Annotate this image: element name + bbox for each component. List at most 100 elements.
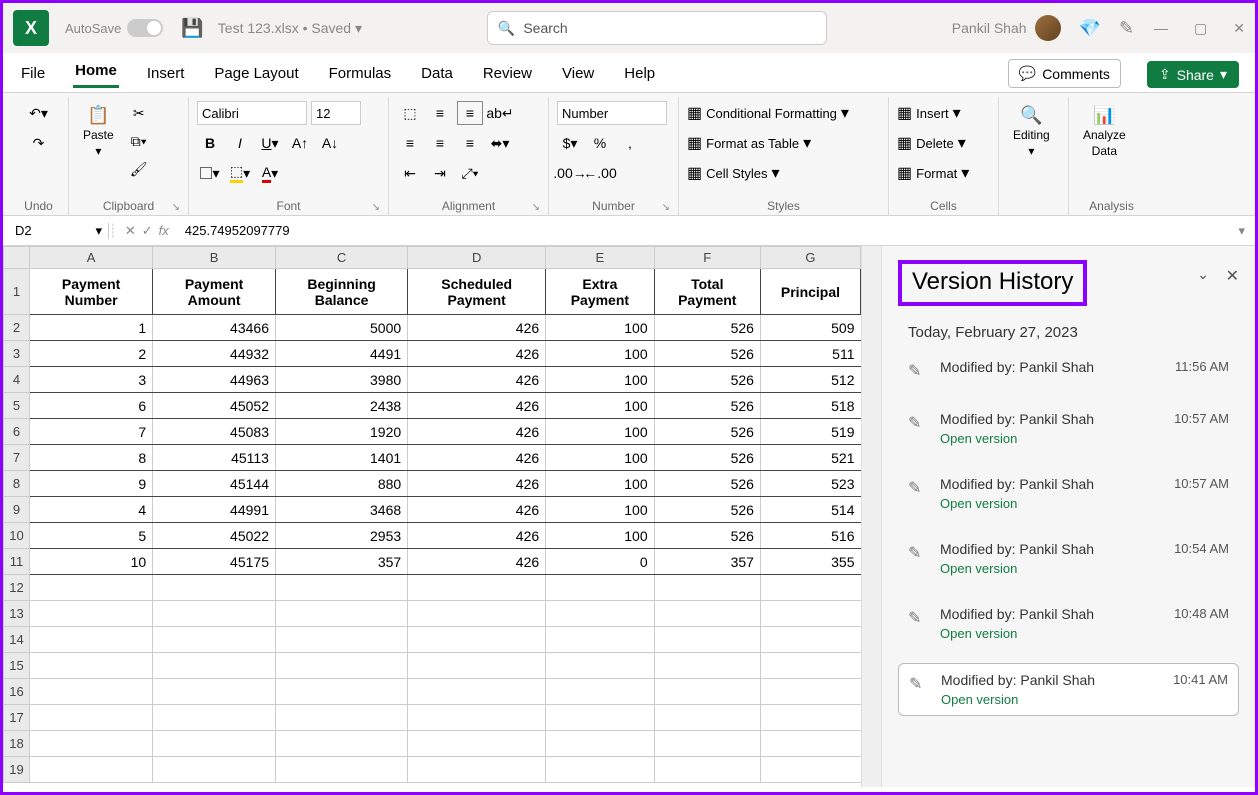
align-right-icon[interactable]: ≡	[457, 131, 483, 155]
cell[interactable]	[408, 601, 546, 627]
bold-button[interactable]: B	[197, 131, 223, 155]
cell[interactable]	[153, 705, 276, 731]
maximize-icon[interactable]: ▢	[1194, 20, 1207, 37]
cell[interactable]: 100	[546, 393, 654, 419]
row-header-12[interactable]: 12	[4, 575, 30, 601]
cell[interactable]	[30, 679, 153, 705]
formula-value[interactable]: 425.74952097779	[177, 223, 290, 238]
cell-styles-button[interactable]: ▦ Cell Styles ▾	[687, 163, 780, 183]
cell[interactable]: 526	[654, 419, 760, 445]
cell[interactable]: 526	[654, 445, 760, 471]
vertical-scrollbar[interactable]	[861, 246, 881, 787]
cell[interactable]	[760, 575, 860, 601]
col-header-C[interactable]: C	[275, 247, 407, 269]
cell[interactable]: 357	[654, 549, 760, 575]
cell[interactable]: 3468	[275, 497, 407, 523]
align-middle-icon[interactable]: ≡	[427, 101, 453, 125]
cell[interactable]	[546, 731, 654, 757]
percent-icon[interactable]: %	[587, 131, 613, 155]
increase-font-icon[interactable]: A↑	[287, 131, 313, 155]
user-account[interactable]: Pankil Shah	[952, 15, 1061, 41]
currency-icon[interactable]: $▾	[557, 131, 583, 155]
increase-indent-icon[interactable]: ⇥	[427, 161, 453, 185]
expand-formula-bar-icon[interactable]: ▾	[1238, 223, 1245, 239]
row-header-7[interactable]: 7	[4, 445, 30, 471]
cell[interactable]: 526	[654, 497, 760, 523]
tab-file[interactable]: File	[19, 59, 47, 88]
spreadsheet-grid[interactable]: ABCDEFG1Payment NumberPayment AmountBegi…	[3, 246, 861, 787]
row-header-13[interactable]: 13	[4, 601, 30, 627]
cell[interactable]	[408, 627, 546, 653]
font-color-icon[interactable]: A▾	[257, 161, 283, 185]
number-format-select[interactable]	[557, 101, 667, 125]
cell[interactable]	[30, 731, 153, 757]
dialog-launcher-icon[interactable]: ↘	[662, 202, 670, 213]
font-size-select[interactable]	[311, 101, 361, 125]
cell[interactable]	[275, 757, 407, 783]
row-header-18[interactable]: 18	[4, 731, 30, 757]
italic-button[interactable]: I	[227, 131, 253, 155]
merge-icon[interactable]: ⬌▾	[487, 131, 513, 155]
cell[interactable]: 519	[760, 419, 860, 445]
cell[interactable]	[153, 757, 276, 783]
decrease-decimal-icon[interactable]: ←.00	[587, 161, 613, 185]
align-bottom-icon[interactable]: ≡	[457, 101, 483, 125]
cell[interactable]: 4491	[275, 341, 407, 367]
cancel-formula-icon[interactable]: ✕	[125, 223, 136, 239]
cell[interactable]: 100	[546, 523, 654, 549]
row-header-10[interactable]: 10	[4, 523, 30, 549]
cell[interactable]: 523	[760, 471, 860, 497]
cell[interactable]: 426	[408, 471, 546, 497]
cell[interactable]	[546, 575, 654, 601]
minimize-icon[interactable]: —	[1154, 20, 1168, 37]
cell[interactable]	[546, 679, 654, 705]
cell[interactable]	[654, 705, 760, 731]
col-header-E[interactable]: E	[546, 247, 654, 269]
cell[interactable]	[408, 575, 546, 601]
cell[interactable]	[275, 705, 407, 731]
wrap-text-icon[interactable]: ab↵	[487, 101, 513, 125]
cell[interactable]	[30, 757, 153, 783]
cell[interactable]: 526	[654, 341, 760, 367]
decrease-font-icon[interactable]: A↓	[317, 131, 343, 155]
copy-icon[interactable]: ⧉▾	[126, 129, 152, 153]
cell[interactable]	[153, 731, 276, 757]
pen-icon[interactable]: ✎	[1119, 18, 1134, 39]
cell[interactable]	[30, 627, 153, 653]
cell[interactable]	[654, 757, 760, 783]
cell[interactable]: 526	[654, 393, 760, 419]
header-cell[interactable]: Principal	[760, 269, 860, 315]
orientation-icon[interactable]: ⤢▾	[457, 161, 483, 185]
cell[interactable]: 1401	[275, 445, 407, 471]
row-header-15[interactable]: 15	[4, 653, 30, 679]
version-item[interactable]: ✎ Modified by: Pankil Shah 11:56 AM	[898, 351, 1239, 389]
cell[interactable]: 426	[408, 341, 546, 367]
filename[interactable]: Test 123.xlsx • Saved ▾	[218, 20, 362, 37]
dialog-launcher-icon[interactable]: ↘	[372, 202, 380, 213]
format-cells-button[interactable]: ▦ Format ▾	[897, 163, 969, 183]
align-center-icon[interactable]: ≡	[427, 131, 453, 155]
row-header-16[interactable]: 16	[4, 679, 30, 705]
cell[interactable]	[654, 627, 760, 653]
row-header-6[interactable]: 6	[4, 419, 30, 445]
cell[interactable]	[760, 731, 860, 757]
cell[interactable]: 509	[760, 315, 860, 341]
cell[interactable]	[408, 653, 546, 679]
fill-color-icon[interactable]: ⬚▾	[227, 161, 253, 185]
select-all-corner[interactable]	[4, 247, 30, 269]
cell[interactable]	[153, 679, 276, 705]
cell[interactable]: 100	[546, 315, 654, 341]
format-as-table-button[interactable]: ▦ Format as Table ▾	[687, 133, 811, 153]
underline-button[interactable]: U▾	[257, 131, 283, 155]
comma-icon[interactable]: ,	[617, 131, 643, 155]
header-cell[interactable]: Payment Number	[30, 269, 153, 315]
cell[interactable]: 518	[760, 393, 860, 419]
dialog-launcher-icon[interactable]: ↘	[532, 202, 540, 213]
open-version-link[interactable]: Open version	[941, 692, 1161, 707]
decrease-indent-icon[interactable]: ⇤	[397, 161, 423, 185]
cell[interactable]: 426	[408, 523, 546, 549]
cell[interactable]	[654, 731, 760, 757]
comments-button[interactable]: 💬 Comments	[1008, 59, 1121, 88]
cell[interactable]	[546, 757, 654, 783]
row-header-4[interactable]: 4	[4, 367, 30, 393]
